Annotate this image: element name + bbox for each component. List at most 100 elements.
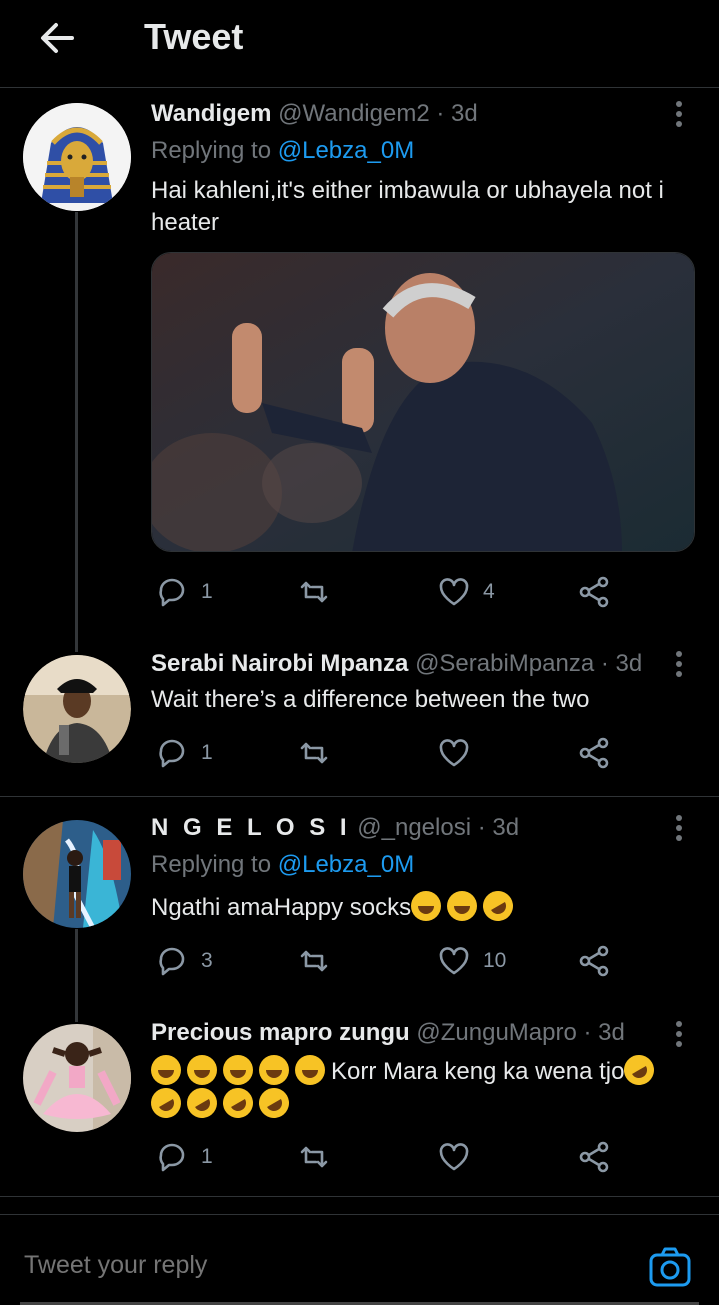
like-count: 4: [483, 580, 495, 603]
avatar[interactable]: [23, 1024, 131, 1132]
retweet-button[interactable]: [297, 1137, 331, 1177]
joy-emoji: [223, 1055, 253, 1085]
thread-line: [75, 212, 78, 652]
reply-icon: [159, 947, 185, 976]
reply-count: 1: [201, 741, 213, 764]
share-button[interactable]: [577, 733, 611, 773]
tweet-actions: 1: [151, 733, 631, 773]
like-button[interactable]: 4: [437, 572, 495, 612]
tweet-text-content: Ngathi amaHappy socks: [151, 894, 412, 921]
tweet-meta: N G E L O S I @_ngelosi · 3d: [151, 814, 519, 842]
share-button[interactable]: [577, 572, 611, 612]
camera-icon[interactable]: [648, 1245, 692, 1289]
replying-label: Replying to: [151, 137, 272, 164]
handle[interactable]: @Wandigem2: [278, 100, 430, 127]
replying-to: Replying to @Lebza_0M: [151, 137, 414, 165]
reply-count: 3: [201, 949, 213, 972]
mention-link[interactable]: @Lebza_0M: [278, 851, 414, 878]
mention-link[interactable]: @Lebza_0M: [278, 137, 414, 164]
display-name[interactable]: N G E L O S I: [151, 814, 351, 841]
reply-input[interactable]: [24, 1251, 584, 1280]
reply-count: 1: [201, 1145, 213, 1168]
tweet-meta: Serabi Nairobi Mpanza @SerabiMpanza · 3d: [151, 650, 642, 678]
display-name[interactable]: Wandigem: [151, 100, 271, 127]
reply-button[interactable]: 1: [155, 733, 213, 773]
tweet-divider: [0, 796, 719, 797]
tweet-text: Ngathi amaHappy socks: [151, 885, 691, 927]
joy-emoji: [447, 891, 478, 921]
thread-line: [75, 929, 78, 1022]
rofl-emoji: [217, 1082, 259, 1124]
like-button[interactable]: [437, 733, 471, 773]
timestamp: · 3d: [583, 1019, 625, 1046]
tweet-text: Korr Mara keng ka wena tjo: [145, 1049, 691, 1124]
reply-button[interactable]: 1: [155, 1137, 213, 1177]
avatar[interactable]: [23, 103, 131, 211]
reply-icon: [159, 1143, 185, 1172]
tweet-divider: [0, 1196, 719, 1197]
retweet-button[interactable]: [297, 941, 331, 981]
rofl-emoji: [477, 885, 519, 927]
joy-emoji: [295, 1055, 325, 1085]
like-button[interactable]: [437, 1137, 471, 1177]
like-button[interactable]: 10: [437, 941, 506, 981]
reply-icon: [159, 739, 185, 768]
more-vertical-icon[interactable]: [666, 1018, 692, 1052]
like-icon: [439, 1143, 469, 1171]
timestamp: · 3d: [600, 650, 643, 677]
retweet-button[interactable]: [297, 572, 343, 612]
tweet-meta: Wandigem @Wandigem2 · 3d: [151, 100, 478, 128]
joy-emoji: [151, 1055, 181, 1085]
reply-bar: [0, 1214, 719, 1305]
share-icon: [579, 1141, 609, 1173]
reply-button[interactable]: 1: [155, 572, 213, 612]
more-vertical-icon[interactable]: [666, 98, 692, 132]
joy-emoji: [259, 1055, 289, 1085]
display-name[interactable]: Serabi Nairobi Mpanza: [151, 650, 408, 677]
rofl-emoji: [181, 1082, 223, 1124]
reply-button[interactable]: 3: [155, 941, 213, 981]
avatar[interactable]: [23, 655, 131, 763]
joy-emoji: [411, 891, 442, 921]
retweet-icon: [300, 581, 328, 603]
tweet-actions: 3 10: [151, 941, 631, 981]
replying-label: Replying to: [151, 851, 272, 878]
handle[interactable]: @SerabiMpanza: [415, 650, 594, 677]
retweet-icon: [300, 950, 328, 972]
share-icon: [579, 945, 609, 977]
retweet-icon: [300, 1146, 328, 1168]
like-count: 10: [483, 949, 507, 972]
page-title: Tweet: [144, 16, 244, 57]
tweet-meta: Precious mapro zungu @ZunguMapro · 3d: [151, 1019, 625, 1047]
share-button[interactable]: [577, 1137, 611, 1177]
retweet-icon: [300, 742, 328, 764]
tweet-text: Hai kahleni,it's either imbawula or ubha…: [151, 177, 664, 236]
handle[interactable]: @_ngelosi: [357, 814, 471, 841]
more-vertical-icon[interactable]: [666, 812, 692, 846]
reply-icon: [159, 578, 185, 607]
tweet-text: Wait there’s a difference between the tw…: [151, 686, 590, 713]
timestamp: · 3d: [436, 100, 478, 127]
rofl-emoji: [618, 1049, 660, 1091]
avatar[interactable]: [23, 820, 131, 928]
like-icon: [439, 578, 469, 606]
like-icon: [439, 739, 469, 767]
retweet-button[interactable]: [297, 733, 331, 773]
tweet-text-content: Korr Mara keng ka wena tjo: [331, 1058, 625, 1085]
handle[interactable]: @ZunguMapro: [416, 1019, 576, 1046]
share-button[interactable]: [577, 941, 611, 981]
more-vertical-icon[interactable]: [666, 648, 692, 682]
share-icon: [579, 737, 609, 769]
like-icon: [439, 947, 469, 975]
back-arrow-icon[interactable]: [36, 18, 76, 58]
joy-emoji: [187, 1055, 217, 1085]
replying-to: Replying to @Lebza_0M: [151, 851, 414, 879]
display-name[interactable]: Precious mapro zungu: [151, 1019, 410, 1046]
tweet-image[interactable]: [151, 252, 695, 552]
share-icon: [579, 576, 609, 608]
rofl-emoji: [145, 1082, 187, 1124]
reply-count: 1: [201, 580, 213, 603]
top-bar: Tweet: [0, 0, 719, 88]
timestamp: · 3d: [477, 814, 520, 841]
tweet-actions: 1: [151, 1137, 631, 1177]
